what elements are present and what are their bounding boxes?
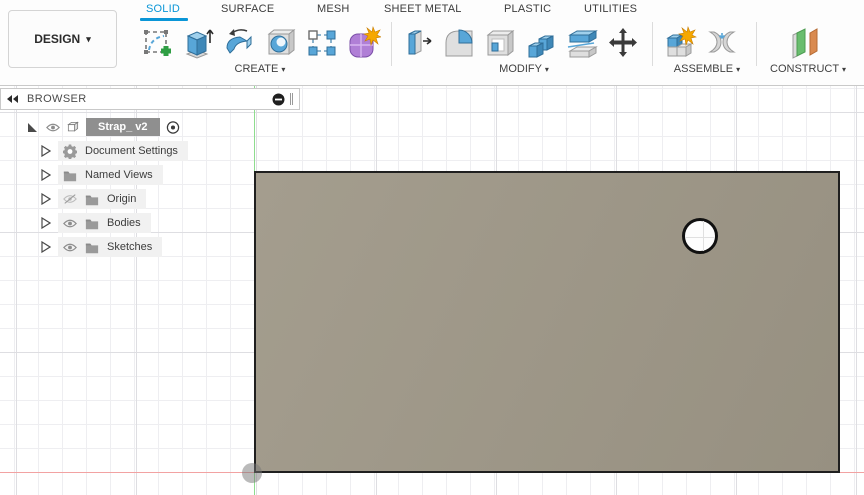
folder-icon (63, 168, 77, 182)
chevron-down-icon: ▾ (86, 34, 91, 45)
expand-arrow-icon[interactable] (38, 192, 52, 206)
origin-point[interactable] (242, 463, 262, 483)
extrude-icon[interactable] (179, 23, 219, 63)
revolve-icon[interactable] (220, 23, 260, 63)
toolbar-separator (391, 22, 392, 66)
activate-component-radio[interactable] (166, 120, 180, 134)
visibility-eye-off-icon[interactable] (63, 192, 77, 206)
visibility-eye-icon[interactable] (63, 240, 77, 254)
tab-mesh[interactable]: MESH (317, 3, 350, 15)
fillet-icon[interactable] (439, 23, 479, 63)
minus-circle-icon[interactable] (272, 93, 285, 106)
workspace-label: DESIGN (34, 32, 80, 46)
tree-item-label[interactable]: Bodies (107, 217, 141, 229)
gear-icon (63, 144, 77, 158)
assemble-group-label[interactable]: ASSEMBLE ▾ (662, 63, 752, 75)
construct-group-label[interactable]: CONSTRUCT ▾ (760, 63, 856, 75)
folder-icon (85, 192, 99, 206)
press-pull-icon[interactable] (398, 23, 438, 63)
form-icon[interactable] (343, 23, 383, 63)
browser-tree: Strap_ v2 Document Settings (0, 115, 300, 259)
panel-grip-icon[interactable] (290, 93, 293, 105)
tab-utilities[interactable]: UTILITIES (584, 3, 637, 15)
modify-group-label[interactable]: MODIFY ▾ (486, 63, 562, 75)
hole-icon[interactable] (261, 23, 301, 63)
move-copy-icon[interactable] (603, 23, 643, 63)
expand-arrow-icon[interactable] (38, 168, 52, 182)
collapse-panel-icon[interactable] (7, 94, 19, 104)
tree-row-bodies[interactable]: Bodies (0, 211, 300, 235)
toolbar-separator (756, 22, 757, 66)
workspace-switcher-button[interactable]: DESIGN ▾ (8, 10, 117, 68)
tree-row-named-views[interactable]: Named Views (0, 163, 300, 187)
visibility-eye-icon[interactable] (46, 120, 60, 134)
strap-hole[interactable] (682, 218, 718, 254)
construction-plane-icon[interactable] (786, 23, 826, 63)
folder-icon (85, 240, 99, 254)
new-component-icon[interactable] (660, 23, 700, 63)
tab-surface[interactable]: SURFACE (221, 3, 274, 15)
browser-title: BROWSER (27, 93, 272, 105)
visibility-eye-icon[interactable] (63, 216, 77, 230)
tree-item-label[interactable]: Origin (107, 193, 136, 205)
tree-row-origin[interactable]: Origin (0, 187, 300, 211)
tree-item-label[interactable]: Sketches (107, 241, 152, 253)
toolbar-separator (652, 22, 653, 66)
create-sketch-icon[interactable] (138, 23, 178, 63)
collapse-expanded-icon[interactable] (26, 120, 40, 134)
active-tab-indicator (140, 18, 188, 21)
root-component-label[interactable]: Strap_ v2 (86, 118, 160, 136)
browser-header: BROWSER (0, 88, 300, 110)
fusion-window: DESIGN ▾ SOLID SURFACE MESH SHEET METAL … (0, 0, 864, 495)
chevron-down-icon: ▾ (736, 65, 740, 74)
folder-icon (85, 216, 99, 230)
split-body-icon[interactable] (562, 23, 602, 63)
strap-body[interactable] (254, 171, 840, 473)
shell-icon[interactable] (480, 23, 520, 63)
tree-row-document-settings[interactable]: Document Settings (0, 139, 300, 163)
rectangular-pattern-icon[interactable] (302, 23, 342, 63)
chevron-down-icon: ▾ (842, 65, 846, 74)
chevron-down-icon: ▾ (281, 65, 285, 74)
expand-arrow-icon[interactable] (38, 216, 52, 230)
tree-item-label[interactable]: Named Views (85, 169, 153, 181)
expand-arrow-icon[interactable] (38, 240, 52, 254)
tree-row-sketches[interactable]: Sketches (0, 235, 300, 259)
tree-row-root[interactable]: Strap_ v2 (0, 115, 300, 139)
chevron-down-icon: ▾ (545, 65, 549, 74)
expand-arrow-icon[interactable] (38, 144, 52, 158)
joint-icon[interactable] (702, 23, 742, 63)
combine-icon[interactable] (521, 23, 561, 63)
tab-plastic[interactable]: PLASTIC (504, 3, 551, 15)
top-toolbar: DESIGN ▾ SOLID SURFACE MESH SHEET METAL … (0, 0, 864, 86)
component-cube-icon (66, 120, 80, 134)
create-group-label[interactable]: CREATE ▾ (222, 63, 298, 75)
browser-panel: BROWSER Strap_ v2 (0, 88, 300, 110)
tab-sheet-metal[interactable]: SHEET METAL (384, 3, 462, 15)
tab-solid[interactable]: SOLID (146, 3, 180, 15)
tree-item-label[interactable]: Document Settings (85, 145, 178, 157)
